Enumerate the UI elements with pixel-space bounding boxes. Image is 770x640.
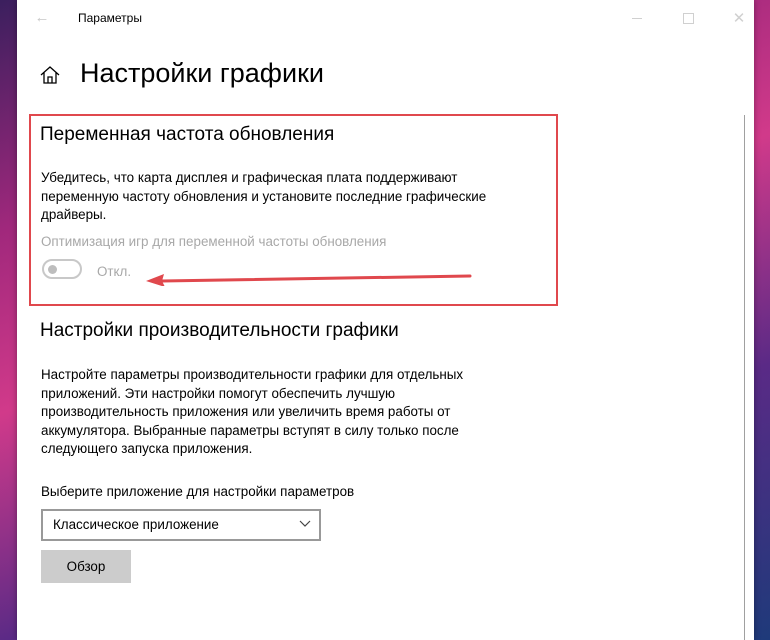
settings-window: ← Параметры ✕ Настройки графики Переменн… [17, 0, 754, 640]
chevron-down-icon [299, 520, 311, 527]
perf-section-title: Настройки производительности графики [40, 320, 399, 341]
vrr-toggle-state: Откл. [97, 264, 132, 279]
arrow-left-icon: ← [34, 9, 50, 26]
annotation-arrow [146, 274, 472, 286]
title-bar: ← Параметры ✕ [17, 0, 754, 36]
scrollbar[interactable] [744, 115, 745, 640]
vrr-toggle-label: Оптимизация игр для переменной частоты о… [41, 234, 387, 249]
window-title: Параметры [78, 11, 142, 25]
vrr-toggle-switch[interactable] [42, 259, 82, 279]
vrr-section-title: Переменная частота обновления [40, 124, 335, 145]
page-title: Настройки графики [80, 58, 324, 88]
perf-description: Настройте параметры производительности г… [41, 367, 464, 456]
home-icon[interactable] [39, 64, 61, 86]
close-button[interactable]: ✕ [727, 6, 751, 30]
back-button[interactable]: ← [32, 8, 52, 28]
app-select-label: Выберите приложение для настройки параме… [41, 484, 355, 499]
app-type-select[interactable]: Классическое приложение [41, 509, 321, 541]
toggle-knob [48, 265, 57, 274]
vrr-description: Убедитесь, что карта дисплея и графическ… [41, 170, 487, 222]
close-icon: ✕ [732, 9, 746, 27]
minimize-icon [632, 17, 642, 19]
app-select-value: Классическое приложение [53, 517, 219, 532]
browse-button[interactable]: Обзор [41, 550, 131, 583]
maximize-icon [682, 12, 694, 24]
minimize-button[interactable] [625, 6, 649, 30]
maximize-button[interactable] [676, 6, 700, 30]
